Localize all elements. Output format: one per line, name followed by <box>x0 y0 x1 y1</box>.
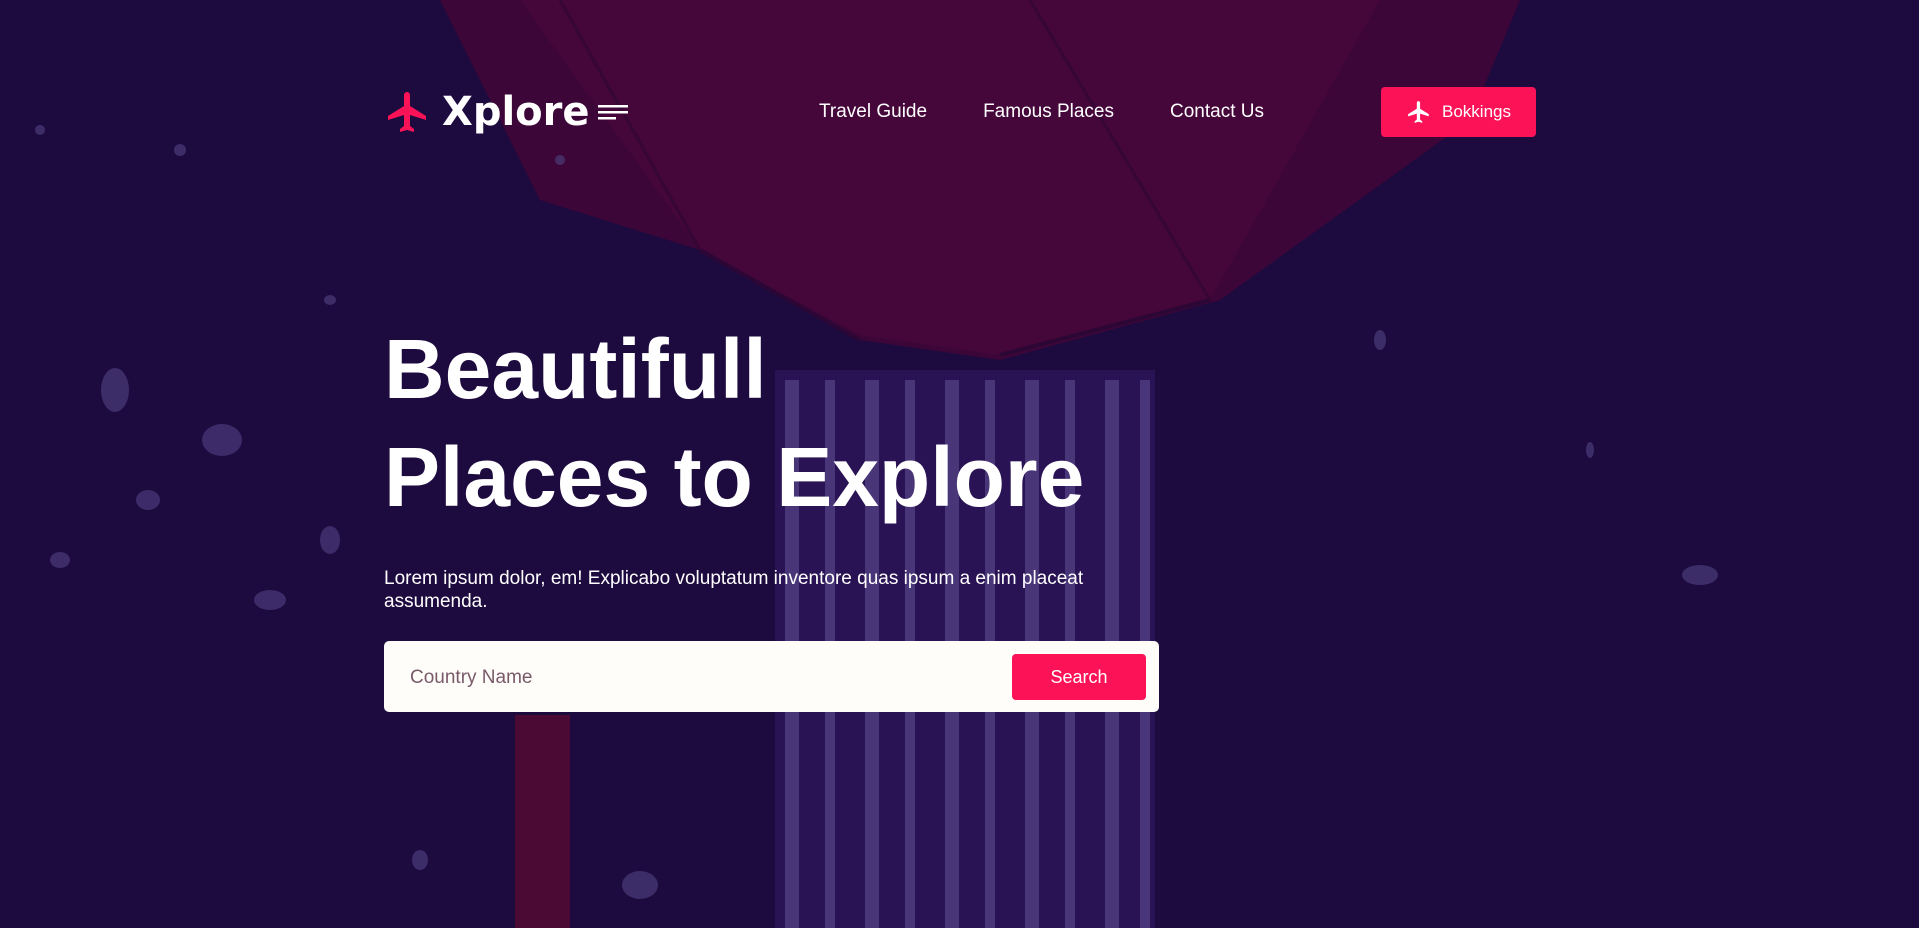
page: Xplore Travel Guide Famous Places Contac… <box>0 0 1919 928</box>
hero-title: Beautifull Places to Explore <box>384 315 1184 531</box>
nav-item-famous-places[interactable]: Famous Places <box>983 101 1114 123</box>
menu-lines-icon[interactable] <box>597 102 628 122</box>
search-button[interactable]: Search <box>1012 654 1146 700</box>
airplane-icon <box>1408 101 1429 123</box>
airplane-icon <box>388 92 426 132</box>
main-nav: Travel Guide Famous Places Contact Us <box>819 87 1264 137</box>
search-form: Search <box>384 641 1159 712</box>
logo[interactable]: Xplore <box>384 87 628 137</box>
brand-name: Xplore <box>442 89 590 135</box>
hero: Beautifull Places to Explore Lorem ipsum… <box>384 315 1184 613</box>
bookings-button[interactable]: Bokkings <box>1381 87 1536 137</box>
country-search-input[interactable] <box>408 659 992 697</box>
nav-item-travel-guide[interactable]: Travel Guide <box>819 101 927 123</box>
hero-title-line-1: Beautifull <box>384 322 767 416</box>
hero-title-line-2: Places to Explore <box>384 430 1085 524</box>
header: Xplore Travel Guide Famous Places Contac… <box>384 87 1536 137</box>
bookings-button-label: Bokkings <box>1442 102 1511 121</box>
hero-description: Lorem ipsum dolor, em! Explicabo volupta… <box>384 568 1084 612</box>
nav-item-contact-us[interactable]: Contact Us <box>1170 101 1264 123</box>
